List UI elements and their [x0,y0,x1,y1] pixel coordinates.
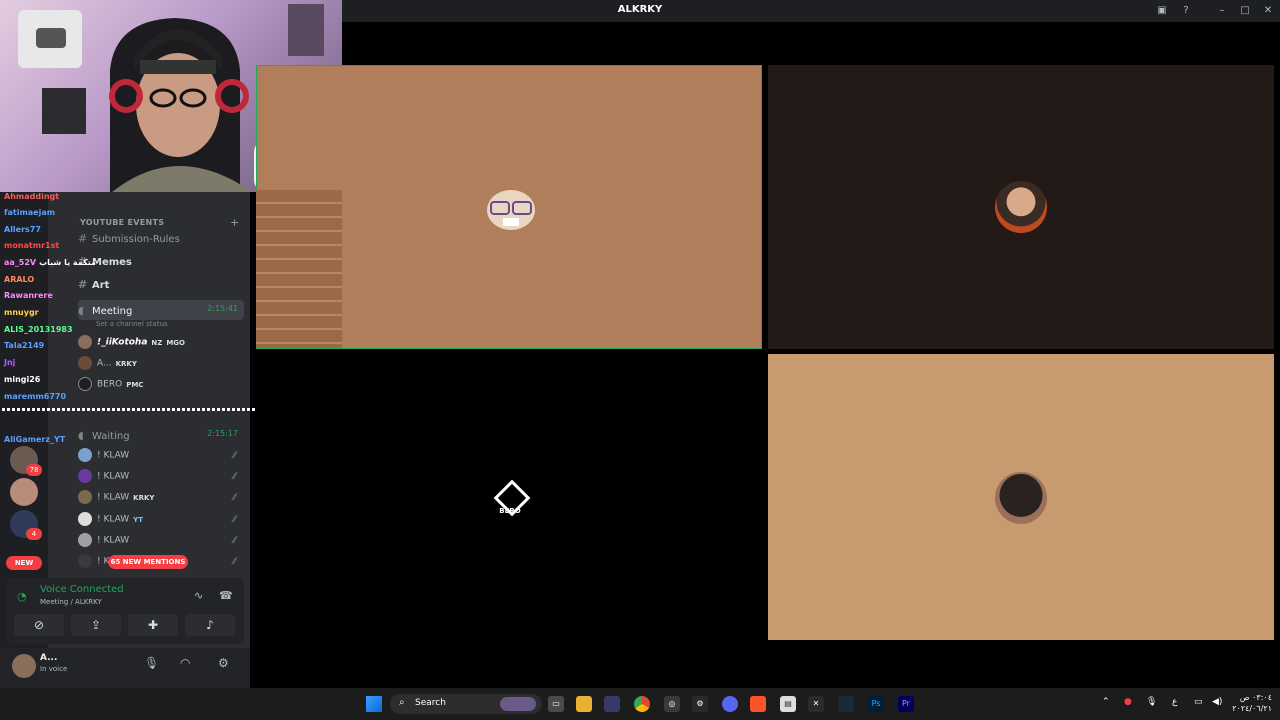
deafened-icon: ⁄⁄ [232,451,236,461]
avatar [78,490,92,504]
chat-message: Jnj [4,358,16,367]
chat-message: AliGamerz_YT [4,435,66,444]
deafened-icon: ⁄⁄ [232,515,236,525]
discord-icon[interactable] [722,696,738,712]
task-view-icon[interactable]: ▭ [548,696,564,712]
server-icon[interactable]: 4 [10,510,42,540]
chat-message: fatimaejam [4,208,56,217]
avatar [78,554,92,568]
server-badge: 78 [26,464,42,476]
participant-avatar [995,181,1047,233]
chat-message: mnuygr [4,308,39,317]
participant-avatar [487,190,535,230]
user-status: In voice [40,665,68,673]
voice-status[interactable]: Voice Connected [40,584,124,595]
soundboard-button[interactable]: ♪ [185,614,235,636]
network-icon[interactable]: ▭ [1194,697,1203,707]
new-mentions-button[interactable]: 65 NEW MENTIONS [108,555,188,569]
disconnect-icon[interactable]: ☎ [219,589,233,602]
document-icon[interactable]: ▤ [780,696,796,712]
voice-user[interactable]: ! KLAW ⁄⁄ [78,448,244,468]
user-panel [0,648,250,688]
deafened-icon: ⁄⁄ [232,536,236,546]
chat-message: Ahmaddingt [4,192,60,201]
tray-overflow-icon[interactable]: ⌃ [1102,697,1110,707]
deafened-icon: ⁄⁄ [232,493,236,503]
chat-message: Allers77 [4,225,41,234]
activities-button[interactable]: ✚ [128,614,178,636]
obs-icon[interactable]: ◎ [664,696,680,712]
voice-user[interactable]: ! KLAW ⁄⁄ [78,533,244,553]
avatar[interactable] [12,654,36,678]
clock-date[interactable]: ٢٠٢٤/٠٦/٢١ [1232,704,1272,713]
server-badge: 4 [26,528,42,540]
search-highlight-icon [500,697,536,711]
close-icon[interactable]: ✕ [1261,4,1275,18]
headphones-icon[interactable]: ◠ [180,656,190,670]
chat-message: ALIS_20131983 [4,325,73,334]
taskbar-search[interactable]: ⌕ Search [390,694,542,714]
chat-message: aa_52V متكمة يا شباب [4,258,96,267]
clock-time[interactable]: ٠٣:٠٤ ص [1232,693,1272,702]
signal-icon: ◔ [17,590,27,603]
volume-icon[interactable]: ◀) [1212,697,1222,707]
photoshop-icon[interactable]: Ps [868,696,884,712]
voice-user[interactable]: ! KLAW YT ⁄⁄ [78,512,244,532]
keyboard-language[interactable]: ع [1172,697,1177,707]
webcam-overlap-area [256,190,342,348]
screen-share-button[interactable]: ⇪ [71,614,121,636]
video-tile[interactable] [768,354,1274,640]
help-icon[interactable]: ? [1179,4,1193,18]
video-tile[interactable] [256,354,762,640]
chat-message: maremm6770 [4,392,67,401]
deafened-icon: ⁄⁄ [232,472,236,482]
chat-message: mingi26 [4,375,41,384]
steam-client-icon[interactable] [838,696,854,712]
brave-icon[interactable] [750,696,766,712]
file-explorer-icon[interactable] [576,696,592,712]
camera-button[interactable]: ⊘ [14,614,64,636]
search-icon: ⌕ [399,697,405,708]
chat-message: ARALO [4,275,35,284]
tray-mic-icon[interactable]: 🎙︎ [1146,697,1157,707]
user-name[interactable]: A... [40,653,57,663]
chrome-icon[interactable] [634,696,650,712]
steam-icon[interactable]: ⚙ [692,696,708,712]
inbox-icon[interactable]: ▣ [1155,4,1169,18]
avatar [78,448,92,462]
premiere-icon[interactable]: Pr [898,696,914,712]
server-icon[interactable] [10,478,38,506]
chat-message: monatmr1st [4,241,60,250]
deafened-icon: ⁄⁄ [232,557,236,567]
participant-avatar [995,472,1047,524]
chat-message: Tala2149 [4,341,45,350]
start-icon[interactable] [366,696,382,712]
avatar [78,512,92,526]
voice-user[interactable]: ! KLAW KRKY ⁄⁄ [78,490,244,510]
tray-app-icon[interactable]: ● [1124,697,1132,707]
server-icon[interactable]: 78 [10,446,42,476]
video-tile[interactable] [768,65,1274,349]
capcut-icon[interactable]: ✕ [808,696,824,712]
store-icon[interactable] [604,696,620,712]
settings-icon[interactable]: ⚙ [218,656,229,670]
avatar [78,533,92,547]
avatar [78,469,92,483]
noise-suppression-icon[interactable]: ∿ [194,589,203,602]
chat-message: Rawanrere [4,291,53,300]
minimize-icon[interactable]: – [1215,4,1229,18]
participant-label: BERO [499,507,521,515]
voice-location[interactable]: Meeting / ALKRKY [40,598,102,606]
maximize-icon[interactable]: □ [1238,4,1252,18]
voice-user[interactable]: ! KLAW ⁄⁄ [78,469,244,489]
microphone-icon[interactable]: 🎙︎ [144,656,159,670]
new-indicator[interactable]: NEW [6,556,42,570]
